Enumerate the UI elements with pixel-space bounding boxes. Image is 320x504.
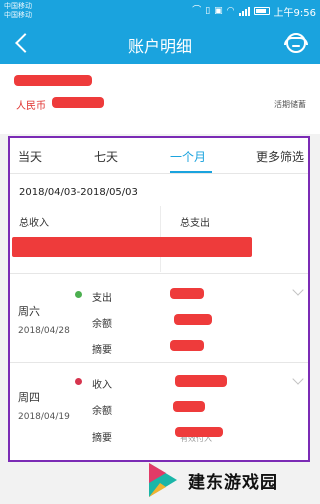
expand-chevron-icon[interactable]: [292, 373, 304, 385]
watermark: 建东游戏园: [136, 458, 316, 502]
memo-label: 摘要: [92, 345, 112, 356]
total-income-label: 总收入: [19, 218, 49, 229]
customer-service-icon[interactable]: [282, 29, 310, 57]
tab-one-month[interactable]: 一个月: [170, 148, 206, 165]
record-date: 2018/04/19: [18, 412, 70, 422]
carrier-2: 中国移动: [4, 11, 32, 19]
section-divider: [10, 273, 308, 274]
watermark-text: 建东游戏园: [188, 473, 278, 493]
balance-label: 余额: [92, 406, 112, 417]
redacted-totals: [12, 237, 252, 257]
account-details-screen: 中国移动 中国移动 ⌒ ▯ ▣ ◠ 上午9:56 账户明细 人民币 活期储蓄 当…: [0, 0, 320, 504]
date-range: 2018/04/03-2018/05/03: [19, 187, 138, 198]
tab-more-filters[interactable]: 更多筛选: [256, 148, 304, 165]
redacted-balance-value: [174, 314, 212, 325]
redacted-memo: [175, 427, 223, 437]
headset-icon: ⌒: [192, 6, 202, 16]
redacted-balance: [52, 97, 104, 108]
status-bar: 中国移动 中国移动 ⌒ ▯ ▣ ◠ 上午9:56: [0, 0, 320, 22]
record-weekday: 周四: [18, 391, 40, 404]
deposit-type: 活期储蓄: [274, 100, 306, 109]
record-divider: [10, 362, 308, 363]
account-summary: 人民币 活期储蓄: [0, 64, 320, 134]
sim-icon: ▯: [205, 6, 211, 16]
expand-chevron-icon[interactable]: [292, 284, 304, 296]
status-time: 上午9:56: [273, 7, 316, 19]
status-icons: ⌒ ▯ ▣ ◠ 上午9:56: [192, 3, 316, 19]
redacted-amount: [175, 375, 227, 387]
transactions-panel: 当天 七天 一个月 更多筛选 2018/04/03-2018/05/03 总收入…: [8, 136, 310, 462]
watermark-logo-icon: [149, 463, 177, 497]
record-weekday: 周六: [18, 305, 40, 318]
record-type: 收入: [92, 380, 112, 391]
memo-label: 摘要: [92, 433, 112, 444]
redacted-memo: [170, 340, 204, 351]
expense-dot-icon: [75, 291, 82, 298]
redacted-amount: [170, 288, 204, 299]
currency-label: 人民币: [16, 101, 46, 112]
record-date: 2018/04/28: [18, 326, 70, 336]
redacted-balance-value: [173, 401, 205, 412]
battery-icon: [253, 7, 270, 15]
tab-today[interactable]: 当天: [18, 148, 42, 165]
title-bar: 账户明细: [0, 22, 320, 64]
redacted-account-number: [14, 75, 92, 86]
period-tabs: 当天 七天 一个月 更多筛选: [10, 138, 308, 174]
page-title: 账户明细: [127, 37, 192, 56]
signal-icon: [238, 6, 250, 16]
hd-icon: ▣: [214, 6, 223, 16]
balance-label: 余额: [92, 319, 112, 330]
wifi-icon: ◠: [226, 6, 235, 16]
total-expense-label: 总支出: [180, 218, 210, 229]
income-dot-icon: [75, 378, 82, 385]
record-type: 支出: [92, 293, 112, 304]
tab-seven-days[interactable]: 七天: [94, 148, 118, 165]
carrier-1: 中国移动: [4, 2, 32, 10]
tabs-divider: [10, 173, 308, 174]
